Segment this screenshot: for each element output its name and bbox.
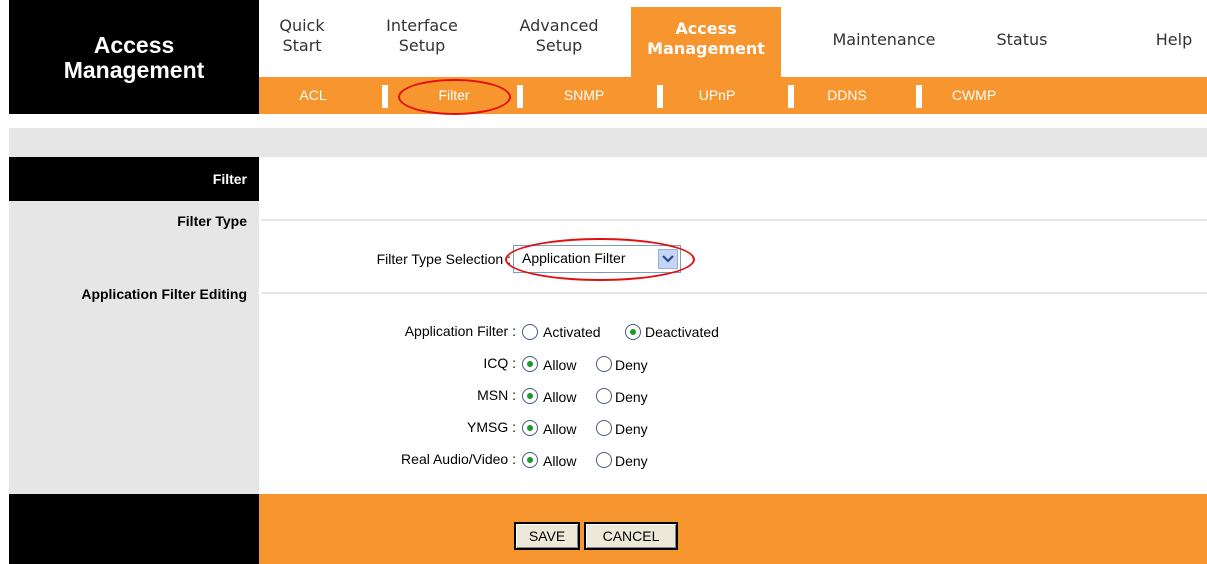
radio-real-audio-video-allow[interactable] <box>522 452 538 468</box>
row-label-real-audio-video: Real Audio/Video : <box>401 451 516 467</box>
subnav-ddns[interactable]: DDNS <box>822 77 872 114</box>
subnav-acl[interactable]: ACL <box>293 77 333 114</box>
row-label-application-filter: Application Filter : <box>404 323 516 339</box>
option-label-deny: Deny <box>615 421 648 437</box>
brand-block: Access Management <box>9 0 259 114</box>
option-label-allow: Allow <box>543 389 577 405</box>
subnav-separator <box>657 85 663 108</box>
option-label-deny: Deny <box>615 389 648 405</box>
option-label-deny: Deny <box>615 453 648 469</box>
radio-msn-allow[interactable] <box>522 388 538 404</box>
topnav-interface-setup-line1: Interface <box>386 16 458 35</box>
sub-nav: ACL Filter SNMP UPnP DDNS CWMP <box>259 77 1207 114</box>
gray-strip <box>9 128 1207 157</box>
option-label-activated: Activated <box>543 324 601 340</box>
row-label-icq: ICQ : <box>483 355 516 371</box>
top-nav: Quick Start Interface Setup Advanced Set… <box>259 0 1207 77</box>
radio-application-filter-deactivated[interactable] <box>625 324 641 340</box>
cancel-button[interactable]: CANCEL <box>584 522 678 550</box>
topnav-quick-start-line1: Quick <box>279 16 325 35</box>
topnav-help[interactable]: Help <box>1144 30 1204 50</box>
option-label-allow: Allow <box>543 453 577 469</box>
footer-left-block <box>9 494 259 564</box>
option-label-deny: Deny <box>615 357 648 373</box>
subnav-cwmp[interactable]: CWMP <box>947 77 1001 114</box>
filter-type-select[interactable]: Application Filter <box>513 245 681 273</box>
radio-real-audio-video-deny[interactable] <box>596 452 612 468</box>
save-button[interactable]: SAVE <box>514 522 580 550</box>
radio-application-filter-activated[interactable] <box>522 324 538 340</box>
radio-msn-deny[interactable] <box>596 388 612 404</box>
subnav-separator <box>788 85 794 108</box>
divider <box>261 292 1207 294</box>
topnav-status[interactable]: Status <box>987 30 1057 50</box>
option-label-allow: Allow <box>543 357 577 373</box>
subnav-snmp[interactable]: SNMP <box>559 77 609 114</box>
topnav-access-management-line1: Access <box>675 19 737 38</box>
radio-icq-deny[interactable] <box>596 356 612 372</box>
footer-bar <box>259 494 1207 564</box>
row-label-msn: MSN : <box>477 387 516 403</box>
topnav-maintenance[interactable]: Maintenance <box>819 30 949 50</box>
topnav-interface-setup-line2: Setup <box>398 36 446 55</box>
chevron-down-icon[interactable] <box>658 249 678 269</box>
section-title-filter: Filter <box>9 157 259 201</box>
radio-icq-allow[interactable] <box>522 356 538 372</box>
topnav-advanced-setup-line2: Setup <box>535 36 583 55</box>
divider <box>261 219 1207 221</box>
filter-type-selection-label: Filter Type Selection : <box>376 251 511 267</box>
radio-ymsg-deny[interactable] <box>596 420 612 436</box>
topnav-access-management-line2: Management <box>647 39 765 58</box>
left-column <box>9 157 259 494</box>
section-label-application-filter-editing: Application Filter Editing <box>81 286 247 302</box>
subnav-separator <box>517 85 523 108</box>
subnav-filter[interactable]: Filter <box>429 77 479 114</box>
brand-title-line2: Management <box>63 57 205 83</box>
topnav-advanced-setup-line1: Advanced <box>519 16 599 35</box>
brand-title: Access Management <box>9 33 259 83</box>
topnav-interface-setup[interactable]: Interface Setup <box>377 16 467 56</box>
topnav-quick-start-line2: Start <box>282 36 322 55</box>
subnav-upnp[interactable]: UPnP <box>692 77 742 114</box>
topnav-access-management[interactable]: Access Management <box>631 7 781 77</box>
subnav-separator <box>916 85 922 108</box>
option-label-deactivated: Deactivated <box>645 324 719 340</box>
topnav-advanced-setup[interactable]: Advanced Setup <box>509 16 609 56</box>
brand-title-line1: Access <box>93 32 175 58</box>
radio-ymsg-allow[interactable] <box>522 420 538 436</box>
topnav-quick-start[interactable]: Quick Start <box>272 16 332 56</box>
row-label-ymsg: YMSG : <box>466 419 516 435</box>
option-label-allow: Allow <box>543 421 577 437</box>
filter-type-select-value: Application Filter <box>522 250 626 266</box>
subnav-separator <box>382 85 388 108</box>
section-label-filter-type: Filter Type <box>177 213 247 229</box>
